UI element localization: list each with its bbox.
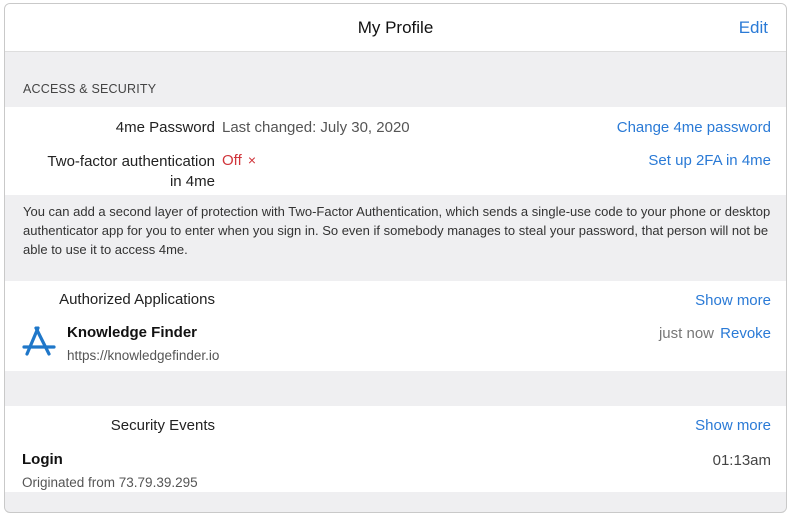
page-title: My Profile — [357, 18, 434, 37]
authorized-apps-show-more[interactable]: Show more — [695, 292, 771, 309]
profile-window: My Profile Edit ACCESS & SECURITY 4me Pa… — [4, 3, 787, 513]
two-factor-description: You can add a second layer of protection… — [23, 204, 771, 257]
security-events-show-more[interactable]: Show more — [695, 417, 771, 434]
two-factor-status: Off × — [222, 152, 256, 169]
security-events-panel: Security Events Show more Login Originat… — [5, 406, 786, 492]
security-events-title: Security Events — [110, 417, 215, 434]
two-factor-label-line2: in 4me — [169, 173, 215, 190]
authorized-apps-panel: Authorized Applications Show more Knowle… — [5, 281, 786, 371]
two-factor-label-line1: Two-factor authentication — [47, 153, 215, 170]
access-security-panel: 4me Password Last changed: July 30, 2020… — [5, 107, 786, 195]
title-bar: My Profile Edit — [5, 4, 786, 52]
event-time: 01:13am — [712, 452, 771, 469]
event-origin: Originated from 73.79.39.295 — [22, 475, 198, 490]
app-url: https://knowledgefinder.io — [67, 348, 220, 363]
app-last-used: just now — [658, 325, 714, 342]
password-label: 4me Password — [115, 119, 215, 136]
app-store-icon — [22, 325, 56, 359]
access-security-header: ACCESS & SECURITY — [23, 82, 157, 96]
off-x-icon: × — [247, 152, 257, 168]
event-name: Login — [22, 451, 63, 468]
two-factor-label: Two-factor authentication in 4me — [47, 152, 215, 192]
app-name: Knowledge Finder — [67, 324, 198, 341]
setup-2fa-link[interactable]: Set up 2FA in 4me — [648, 152, 771, 169]
revoke-button[interactable]: Revoke — [720, 325, 771, 342]
two-factor-status-text: Off — [222, 152, 242, 169]
edit-button[interactable]: Edit — [739, 18, 768, 38]
authorized-apps-title: Authorized Applications — [59, 291, 215, 308]
change-password-link[interactable]: Change 4me password — [617, 119, 771, 136]
password-last-changed: Last changed: July 30, 2020 — [222, 119, 410, 136]
